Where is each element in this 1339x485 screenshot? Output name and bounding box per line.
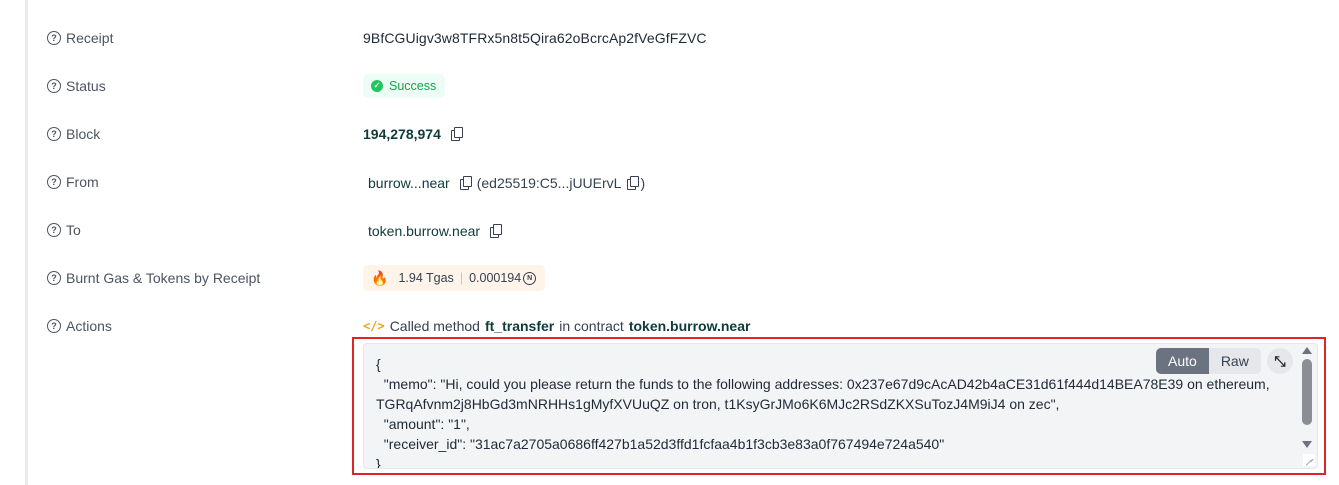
question-circle-icon[interactable]: ? [47, 79, 61, 93]
method-name: ft_transfer [484, 318, 555, 334]
from-label: ? From [47, 172, 99, 192]
to-account-link[interactable]: token.burrow.near [368, 223, 480, 239]
from-value: burrow...near (ed25519:C5...jUUErvL ) [368, 173, 645, 193]
question-circle-icon[interactable]: ? [47, 223, 61, 237]
copy-icon[interactable] [490, 224, 503, 238]
action-description: </> Called method ft_transfer in contrac… [363, 316, 750, 336]
copy-icon[interactable] [627, 176, 640, 190]
from-public-key: (ed25519:C5...jUUErvL [476, 175, 622, 191]
question-circle-icon[interactable]: ? [47, 175, 61, 189]
from-label-text: From [66, 174, 99, 190]
highlight-outline [352, 337, 1326, 475]
question-circle-icon[interactable]: ? [47, 271, 61, 285]
status-label-text: Status [66, 78, 106, 94]
actions-label: ? Actions [47, 316, 112, 336]
check-circle-icon: ✓ [371, 80, 383, 92]
question-circle-icon[interactable]: ? [47, 127, 61, 141]
contract-link[interactable]: token.burrow.near [629, 318, 751, 334]
code-icon: </> [363, 319, 385, 333]
gas-amount: 1.94 Tgas [398, 271, 454, 285]
near-token-icon: N [523, 271, 537, 285]
left-border-rule [25, 0, 28, 485]
from-account-link[interactable]: burrow...near [368, 175, 450, 191]
block-value: 194,278,974 [363, 124, 463, 144]
block-label-text: Block [66, 126, 101, 142]
gas-tokens-pill: 🔥 1.94 Tgas | 0.000194 N [363, 265, 546, 291]
fire-icon: 🔥 [371, 270, 389, 286]
receipt-label-text: Receipt [66, 30, 114, 46]
block-number-link[interactable]: 194,278,974 [363, 126, 441, 142]
action-prefix: Called method [389, 318, 480, 334]
copy-icon[interactable] [459, 176, 472, 190]
actions-label-text: Actions [66, 318, 112, 334]
gas-label: ? Burnt Gas & Tokens by Receipt [47, 268, 260, 288]
tokens-amount: 0.000194 [469, 271, 522, 285]
status-label: ? Status [47, 76, 106, 96]
status-badge: ✓ Success [363, 74, 446, 98]
block-label: ? Block [47, 124, 100, 144]
action-middle: in contract [559, 318, 624, 334]
to-value: token.burrow.near [368, 221, 503, 241]
gas-label-text: Burnt Gas & Tokens by Receipt [66, 270, 261, 286]
to-label-text: To [66, 222, 81, 238]
to-label: ? To [47, 220, 81, 240]
from-key-close-paren: ) [640, 175, 646, 191]
copy-icon[interactable] [450, 127, 463, 141]
receipt-label: ? Receipt [47, 28, 113, 48]
receipt-hash: 9BfCGUigv3w8TFRx5n8t5Qira62oBcrcAp2fVeGf… [363, 30, 707, 46]
question-circle-icon[interactable]: ? [47, 319, 61, 333]
pill-separator: | [459, 271, 464, 285]
status-text: Success [389, 79, 437, 93]
question-circle-icon[interactable]: ? [47, 31, 61, 45]
